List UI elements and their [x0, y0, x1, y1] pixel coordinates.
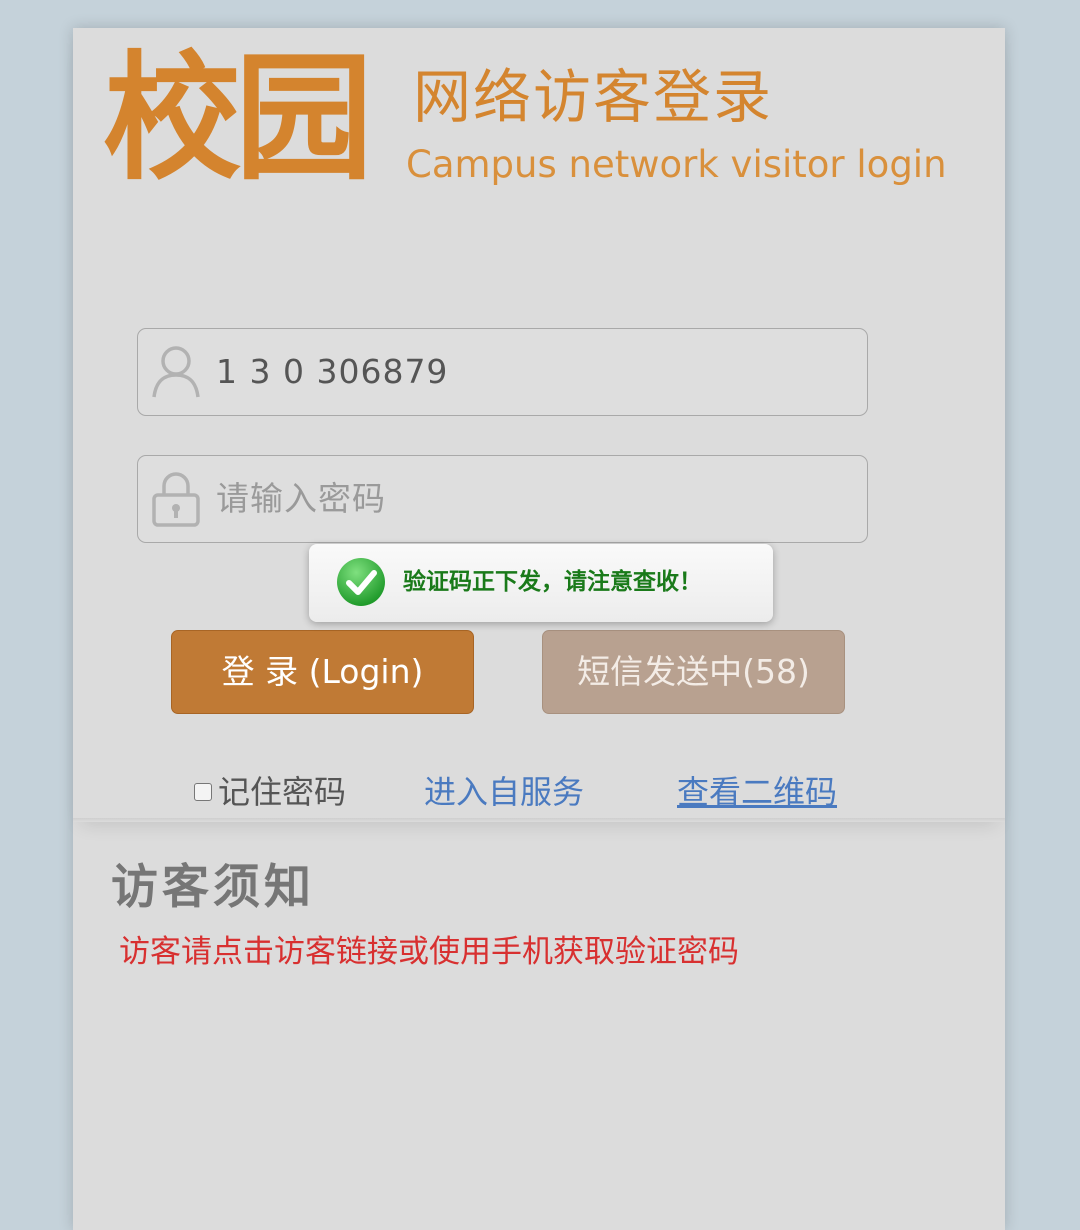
toast-message: 验证码正下发，请注意查收！ — [403, 569, 702, 595]
self-service-link[interactable]: 进入自服务 — [424, 772, 584, 812]
logo-title: 网络访客登录 — [413, 63, 774, 131]
username-field[interactable]: 1 3 0 306879 — [137, 328, 868, 416]
notice-title: 访客须知 — [111, 860, 315, 915]
login-card: 校园 网络访客登录 Campus network visitor login 1… — [73, 28, 1005, 1230]
remember-checkbox[interactable] — [194, 783, 212, 801]
logo-mark: 校园 — [103, 38, 373, 199]
section-divider — [73, 818, 1005, 822]
password-input: 请输入密码 — [216, 479, 386, 518]
username-value: 1 3 0 306879 — [216, 352, 449, 391]
login-button[interactable]: 登 录 (Login) — [171, 630, 474, 714]
login-panel: 校园 网络访客登录 Campus network visitor login 1… — [73, 28, 1005, 818]
sms-send-button[interactable]: 短信发送中(58) — [542, 630, 845, 714]
check-icon — [335, 556, 387, 608]
user-icon — [150, 341, 202, 401]
remember-password[interactable]: 记住密码 — [194, 772, 346, 812]
lock-icon — [150, 468, 202, 528]
password-field[interactable]: 请输入密码 — [137, 455, 868, 543]
toast-notification: 验证码正下发，请注意查收！ — [309, 544, 773, 622]
remember-label: 记住密码 — [218, 773, 347, 811]
logo-subtitle: Campus network visitor login — [406, 143, 947, 186]
notice-text: 访客请点击访客链接或使用手机获取验证密码 — [119, 934, 739, 970]
qrcode-link[interactable]: 查看二维码 — [677, 772, 837, 812]
